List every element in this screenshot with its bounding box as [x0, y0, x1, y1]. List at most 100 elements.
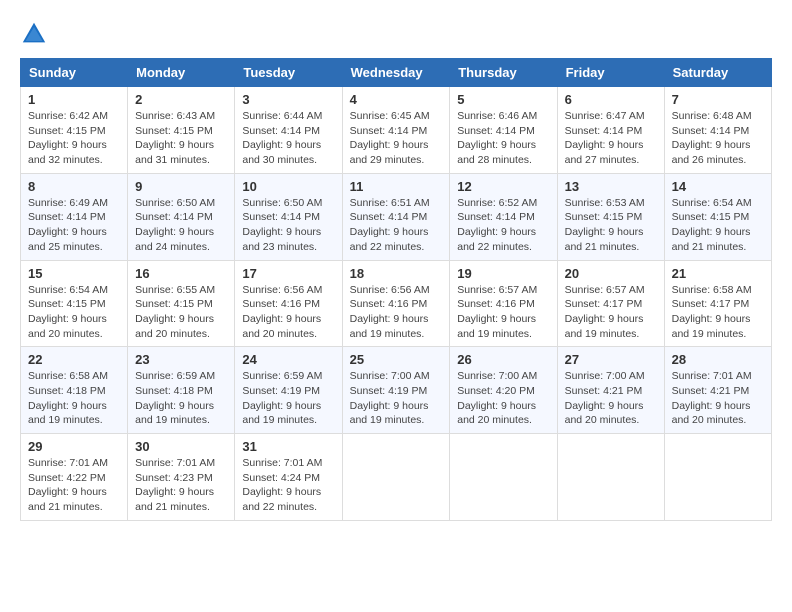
day-info: Sunrise: 6:50 AM Sunset: 4:14 PM Dayligh… [135, 196, 227, 255]
day-info: Sunrise: 6:58 AM Sunset: 4:17 PM Dayligh… [672, 283, 764, 342]
calendar-cell: 12 Sunrise: 6:52 AM Sunset: 4:14 PM Dayl… [450, 173, 557, 260]
day-number: 15 [28, 266, 120, 281]
sunset-label: Sunset: 4:17 PM [565, 298, 643, 310]
sunrise-label: Sunrise: 6:46 AM [457, 110, 537, 122]
calendar-cell [450, 434, 557, 521]
daylight-label: Daylight: 9 hours and 21 minutes. [28, 486, 107, 513]
column-header-sunday: Sunday [21, 59, 128, 87]
calendar-week-row: 8 Sunrise: 6:49 AM Sunset: 4:14 PM Dayli… [21, 173, 772, 260]
day-info: Sunrise: 7:01 AM Sunset: 4:21 PM Dayligh… [672, 369, 764, 428]
sunrise-label: Sunrise: 6:56 AM [242, 284, 322, 296]
sunrise-label: Sunrise: 7:01 AM [242, 457, 322, 469]
day-number: 19 [457, 266, 549, 281]
day-number: 2 [135, 92, 227, 107]
calendar-cell: 9 Sunrise: 6:50 AM Sunset: 4:14 PM Dayli… [128, 173, 235, 260]
sunset-label: Sunset: 4:21 PM [672, 385, 750, 397]
day-number: 1 [28, 92, 120, 107]
day-info: Sunrise: 7:00 AM Sunset: 4:20 PM Dayligh… [457, 369, 549, 428]
daylight-label: Daylight: 9 hours and 22 minutes. [242, 486, 321, 513]
sunset-label: Sunset: 4:15 PM [135, 125, 213, 137]
sunrise-label: Sunrise: 6:50 AM [135, 197, 215, 209]
calendar-cell: 28 Sunrise: 7:01 AM Sunset: 4:21 PM Dayl… [664, 347, 771, 434]
daylight-label: Daylight: 9 hours and 28 minutes. [457, 139, 536, 166]
day-info: Sunrise: 7:00 AM Sunset: 4:19 PM Dayligh… [350, 369, 443, 428]
sunset-label: Sunset: 4:23 PM [135, 472, 213, 484]
day-info: Sunrise: 6:50 AM Sunset: 4:14 PM Dayligh… [242, 196, 334, 255]
daylight-label: Daylight: 9 hours and 21 minutes. [135, 486, 214, 513]
sunrise-label: Sunrise: 7:00 AM [350, 370, 430, 382]
daylight-label: Daylight: 9 hours and 19 minutes. [242, 400, 321, 427]
calendar-cell: 24 Sunrise: 6:59 AM Sunset: 4:19 PM Dayl… [235, 347, 342, 434]
day-info: Sunrise: 6:47 AM Sunset: 4:14 PM Dayligh… [565, 109, 657, 168]
day-info: Sunrise: 7:01 AM Sunset: 4:24 PM Dayligh… [242, 456, 334, 515]
column-header-saturday: Saturday [664, 59, 771, 87]
day-info: Sunrise: 6:57 AM Sunset: 4:16 PM Dayligh… [457, 283, 549, 342]
calendar-cell: 16 Sunrise: 6:55 AM Sunset: 4:15 PM Dayl… [128, 260, 235, 347]
day-number: 14 [672, 179, 764, 194]
day-info: Sunrise: 6:57 AM Sunset: 4:17 PM Dayligh… [565, 283, 657, 342]
day-info: Sunrise: 6:56 AM Sunset: 4:16 PM Dayligh… [350, 283, 443, 342]
page-header [20, 20, 772, 48]
column-header-monday: Monday [128, 59, 235, 87]
sunset-label: Sunset: 4:14 PM [672, 125, 750, 137]
day-number: 22 [28, 352, 120, 367]
sunset-label: Sunset: 4:22 PM [28, 472, 106, 484]
day-number: 16 [135, 266, 227, 281]
sunset-label: Sunset: 4:14 PM [242, 211, 320, 223]
day-number: 12 [457, 179, 549, 194]
daylight-label: Daylight: 9 hours and 24 minutes. [135, 226, 214, 253]
daylight-label: Daylight: 9 hours and 19 minutes. [457, 313, 536, 340]
sunset-label: Sunset: 4:14 PM [457, 211, 535, 223]
day-number: 25 [350, 352, 443, 367]
sunrise-label: Sunrise: 6:59 AM [242, 370, 322, 382]
day-info: Sunrise: 7:01 AM Sunset: 4:23 PM Dayligh… [135, 456, 227, 515]
calendar-cell: 17 Sunrise: 6:56 AM Sunset: 4:16 PM Dayl… [235, 260, 342, 347]
day-number: 8 [28, 179, 120, 194]
daylight-label: Daylight: 9 hours and 20 minutes. [28, 313, 107, 340]
sunset-label: Sunset: 4:14 PM [565, 125, 643, 137]
sunrise-label: Sunrise: 6:53 AM [565, 197, 645, 209]
calendar-cell: 25 Sunrise: 7:00 AM Sunset: 4:19 PM Dayl… [342, 347, 450, 434]
calendar-cell: 5 Sunrise: 6:46 AM Sunset: 4:14 PM Dayli… [450, 87, 557, 174]
daylight-label: Daylight: 9 hours and 26 minutes. [672, 139, 751, 166]
calendar-cell: 23 Sunrise: 6:59 AM Sunset: 4:18 PM Dayl… [128, 347, 235, 434]
sunset-label: Sunset: 4:15 PM [28, 298, 106, 310]
day-info: Sunrise: 6:42 AM Sunset: 4:15 PM Dayligh… [28, 109, 120, 168]
logo-icon [20, 20, 48, 48]
calendar-cell: 8 Sunrise: 6:49 AM Sunset: 4:14 PM Dayli… [21, 173, 128, 260]
column-header-wednesday: Wednesday [342, 59, 450, 87]
sunset-label: Sunset: 4:17 PM [672, 298, 750, 310]
sunset-label: Sunset: 4:19 PM [242, 385, 320, 397]
sunset-label: Sunset: 4:14 PM [242, 125, 320, 137]
calendar-cell: 19 Sunrise: 6:57 AM Sunset: 4:16 PM Dayl… [450, 260, 557, 347]
calendar-week-row: 22 Sunrise: 6:58 AM Sunset: 4:18 PM Dayl… [21, 347, 772, 434]
day-number: 29 [28, 439, 120, 454]
sunset-label: Sunset: 4:15 PM [672, 211, 750, 223]
calendar-cell: 11 Sunrise: 6:51 AM Sunset: 4:14 PM Dayl… [342, 173, 450, 260]
day-info: Sunrise: 7:00 AM Sunset: 4:21 PM Dayligh… [565, 369, 657, 428]
sunrise-label: Sunrise: 6:57 AM [565, 284, 645, 296]
calendar-cell: 3 Sunrise: 6:44 AM Sunset: 4:14 PM Dayli… [235, 87, 342, 174]
calendar-cell: 27 Sunrise: 7:00 AM Sunset: 4:21 PM Dayl… [557, 347, 664, 434]
calendar-cell: 21 Sunrise: 6:58 AM Sunset: 4:17 PM Dayl… [664, 260, 771, 347]
sunrise-label: Sunrise: 6:45 AM [350, 110, 430, 122]
day-number: 4 [350, 92, 443, 107]
sunrise-label: Sunrise: 6:57 AM [457, 284, 537, 296]
day-info: Sunrise: 7:01 AM Sunset: 4:22 PM Dayligh… [28, 456, 120, 515]
sunrise-label: Sunrise: 6:54 AM [28, 284, 108, 296]
sunset-label: Sunset: 4:14 PM [350, 211, 428, 223]
calendar-cell: 20 Sunrise: 6:57 AM Sunset: 4:17 PM Dayl… [557, 260, 664, 347]
calendar-cell: 18 Sunrise: 6:56 AM Sunset: 4:16 PM Dayl… [342, 260, 450, 347]
calendar-cell: 4 Sunrise: 6:45 AM Sunset: 4:14 PM Dayli… [342, 87, 450, 174]
sunrise-label: Sunrise: 6:42 AM [28, 110, 108, 122]
sunrise-label: Sunrise: 6:56 AM [350, 284, 430, 296]
day-number: 11 [350, 179, 443, 194]
calendar-cell [664, 434, 771, 521]
day-number: 6 [565, 92, 657, 107]
day-info: Sunrise: 6:55 AM Sunset: 4:15 PM Dayligh… [135, 283, 227, 342]
sunrise-label: Sunrise: 7:01 AM [28, 457, 108, 469]
daylight-label: Daylight: 9 hours and 30 minutes. [242, 139, 321, 166]
day-info: Sunrise: 6:53 AM Sunset: 4:15 PM Dayligh… [565, 196, 657, 255]
daylight-label: Daylight: 9 hours and 20 minutes. [457, 400, 536, 427]
daylight-label: Daylight: 9 hours and 31 minutes. [135, 139, 214, 166]
